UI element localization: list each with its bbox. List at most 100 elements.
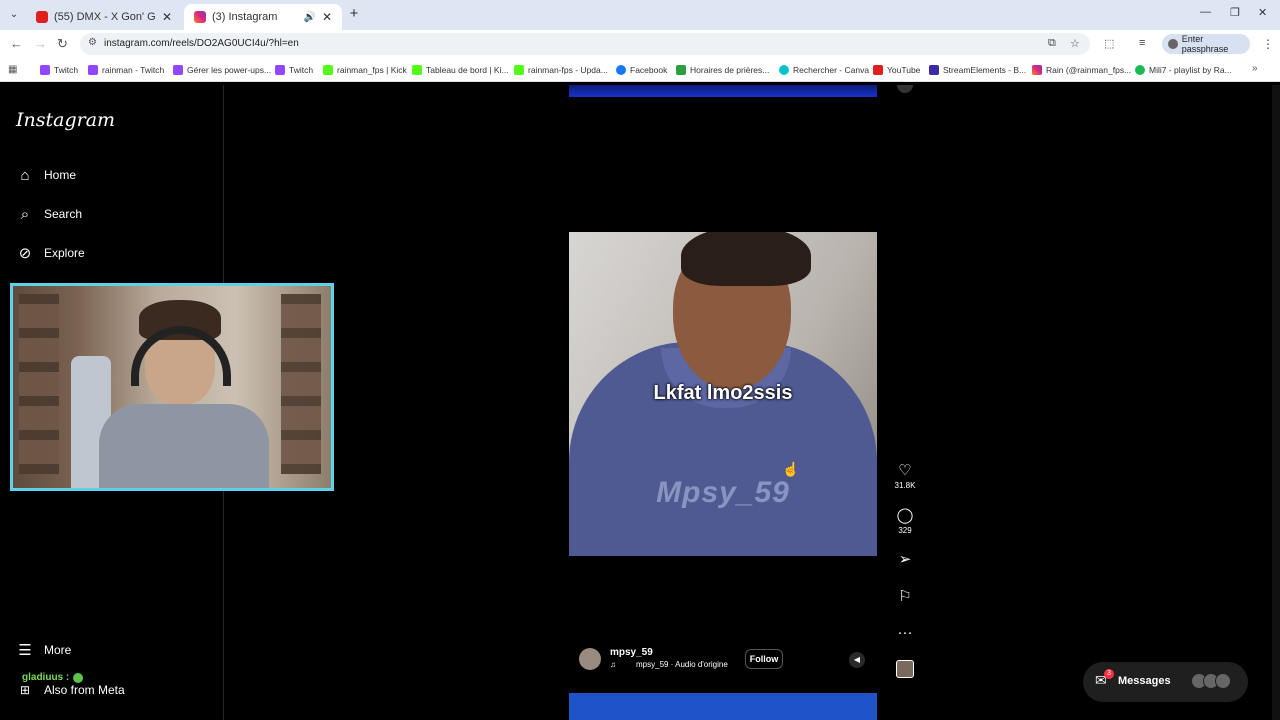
- sidebar-item-more[interactable]: ☰ More: [16, 638, 71, 662]
- kick-icon: [412, 65, 422, 75]
- chat-username: gladiuus :: [22, 672, 70, 683]
- author-avatar[interactable]: [579, 648, 601, 670]
- extensions-icon[interactable]: ⬚: [1104, 37, 1114, 50]
- heart-icon: ♡: [898, 462, 912, 479]
- share-button[interactable]: ➢: [893, 550, 917, 568]
- install-app-icon[interactable]: ⧉: [1048, 37, 1056, 50]
- paper-plane-icon: ➢: [898, 551, 912, 568]
- sidebar-item-label: More: [44, 643, 72, 657]
- search-icon: ⌕: [20, 205, 30, 223]
- sidebar-item-label: Search: [44, 207, 83, 221]
- sidebar-item-explore[interactable]: ⊘ Explore: [16, 241, 85, 265]
- browser-tab-strip: ⌄ (55) DMX - X Gon' Give It To Ya ✕ (3) …: [0, 0, 1280, 30]
- mosque-icon: [676, 65, 686, 75]
- sidebar-item-search[interactable]: ⌕ Search: [16, 202, 82, 226]
- minimize-button[interactable]: —: [1200, 6, 1211, 18]
- tab-youtube[interactable]: (55) DMX - X Gon' Give It To Ya ✕: [26, 4, 182, 30]
- url-text[interactable]: instagram.com/reels/DO2AG0UCI4u/?hl=en: [104, 38, 299, 49]
- mouse-cursor-icon: ☝: [782, 461, 800, 477]
- bookmark-item[interactable]: rainman - Twitch: [88, 63, 164, 77]
- instagram-logo[interactable]: Instagram: [16, 109, 115, 131]
- more-dots-icon: ···: [897, 624, 913, 641]
- sidebar-item-label: Home: [44, 168, 77, 182]
- bookmark-item[interactable]: Twitch: [40, 63, 78, 77]
- page-scrollbar[interactable]: [1272, 85, 1280, 720]
- bookmark-item[interactable]: rainman_fps | Kick: [323, 63, 407, 77]
- audio-thumbnail[interactable]: [896, 660, 914, 678]
- chat-emote-icon: [73, 672, 84, 683]
- home-icon: ⌂: [20, 166, 30, 184]
- bookmark-item[interactable]: Gérer les power-ups...: [173, 63, 271, 77]
- forward-button[interactable]: →: [34, 36, 47, 51]
- twitch-icon: [88, 65, 98, 75]
- speaker-icon[interactable]: 🔊: [303, 12, 315, 23]
- site-info-icon[interactable]: ⚙: [88, 37, 97, 48]
- webcam-shelf: [19, 294, 59, 474]
- kick-icon: [514, 65, 524, 75]
- close-tab-icon[interactable]: ✕: [162, 10, 172, 24]
- audio-label[interactable]: mpsy_59 · Audio d'origine: [636, 660, 728, 669]
- tab-title: (55) DMX - X Gon' Give It To Ya: [54, 11, 156, 23]
- address-bar[interactable]: ⚙ instagram.com/reels/DO2AG0UCI4u/?hl=en: [80, 33, 1090, 55]
- author-username[interactable]: mpsy_59: [610, 647, 653, 658]
- close-tab-icon[interactable]: ✕: [322, 10, 332, 24]
- bookmark-icon: ⚐: [898, 588, 912, 605]
- like-count: 31.8K: [894, 481, 916, 490]
- sidebar-item-home[interactable]: ⌂ Home: [16, 163, 76, 187]
- stream-chat-message: gladiuus :: [22, 672, 84, 683]
- bookmark-item[interactable]: Tableau de bord | Ki...: [412, 63, 509, 77]
- webcam-person-body: [99, 404, 269, 488]
- reel-video[interactable]: Lkfat lmo2ssis Mpsy_59: [569, 232, 877, 556]
- more-bookmarks-icon[interactable]: »: [1252, 63, 1258, 74]
- bookmark-item[interactable]: Facebook: [616, 63, 667, 77]
- bookmark-item[interactable]: Rechercher - Canva: [779, 63, 869, 77]
- instagram-page: Instagram ⌂ Home ⌕ Search ⊘ Explore ☰ Mo…: [0, 85, 1280, 720]
- passphrase-button[interactable]: Enter passphrase: [1162, 34, 1250, 54]
- next-reel-preview[interactable]: [569, 693, 877, 720]
- facebook-icon: [616, 65, 626, 75]
- restore-button[interactable]: ❐: [1230, 6, 1240, 19]
- tab-title: (3) Instagram: [212, 11, 278, 23]
- bookmark-item[interactable]: rainman-fps - Upda...: [514, 63, 608, 77]
- bookmarks-bar: ▦ Twitch rainman - Twitch Gérer les powe…: [0, 58, 1280, 82]
- follow-button[interactable]: Follow: [745, 649, 783, 669]
- back-button[interactable]: ←: [10, 36, 23, 51]
- new-tab-button[interactable]: +: [346, 6, 362, 22]
- save-button[interactable]: ⚐: [893, 587, 917, 605]
- tab-search-button[interactable]: ⌄: [6, 7, 22, 23]
- apps-grid-icon[interactable]: ▦: [8, 64, 17, 75]
- reload-button[interactable]: ↻: [57, 36, 68, 52]
- tab-instagram[interactable]: (3) Instagram 🔊 ✕: [184, 4, 342, 30]
- reel-caption: Lkfat lmo2ssis: [653, 382, 793, 404]
- bookmark-item[interactable]: YouTube: [873, 63, 920, 77]
- browser-menu-icon[interactable]: ⋮: [1262, 37, 1274, 51]
- youtube-icon: [36, 11, 48, 23]
- mute-toggle-icon[interactable]: ◀: [849, 652, 865, 668]
- like-button[interactable]: ♡ 31.8K: [893, 461, 917, 490]
- bookmark-item[interactable]: StreamElements - B...: [929, 63, 1026, 77]
- bookmark-item[interactable]: Horaires de prières...: [676, 63, 769, 77]
- more-options-button[interactable]: ···: [893, 624, 917, 641]
- compass-icon: ⊘: [18, 245, 32, 262]
- twitch-icon: [173, 65, 183, 75]
- avatar: [1215, 673, 1231, 689]
- bookmark-item[interactable]: Twitch: [275, 63, 313, 77]
- meta-apps-icon: ⊞: [19, 683, 31, 697]
- webcam-shelf: [281, 294, 321, 474]
- bookmark-item[interactable]: Mili7 - playlist by Ra...: [1135, 63, 1232, 77]
- passphrase-label: Enter passphrase: [1181, 34, 1229, 54]
- previous-reel-avatar[interactable]: [897, 85, 913, 93]
- hamburger-menu-icon: ☰: [18, 642, 32, 659]
- messages-button[interactable]: ✉ 3 Messages: [1083, 662, 1248, 702]
- comment-button[interactable]: ◯ 329: [893, 506, 917, 535]
- bookmark-item[interactable]: Rain (@rainman_fps...: [1032, 63, 1131, 77]
- music-note-icon: ♫: [610, 660, 616, 669]
- previous-reel-preview[interactable]: [569, 85, 877, 97]
- comment-count: 329: [898, 526, 912, 535]
- close-window-button[interactable]: ✕: [1258, 6, 1267, 19]
- reel-author-row: mpsy_59 ♫ mpsy_59 · Audio d'origine: [579, 646, 879, 676]
- messages-label: Messages: [1118, 675, 1171, 687]
- media-controls-icon[interactable]: ≡: [1139, 37, 1145, 49]
- bookmark-star-icon[interactable]: ☆: [1070, 37, 1080, 50]
- youtube-icon: [873, 65, 883, 75]
